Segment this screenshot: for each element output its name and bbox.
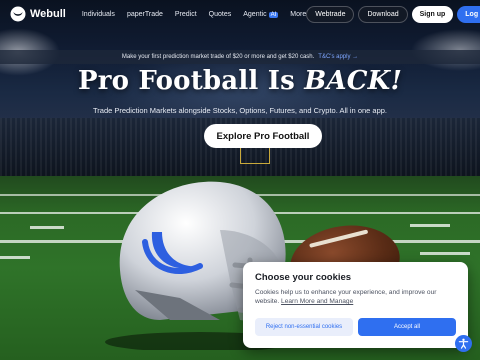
download-button[interactable]: Download [358,5,408,23]
webull-logo-icon [10,6,26,22]
nav-link-more[interactable]: More [290,11,306,18]
promo-banner: Make your first prediction market trade … [0,50,480,64]
accessibility-icon [458,338,469,349]
field-hash [410,224,450,227]
explore-pro-football-button[interactable]: Explore Pro Football [204,124,322,148]
nav-link-quotes[interactable]: Quotes [209,11,232,18]
nav-link-papertrade[interactable]: paperTrade [127,11,163,18]
nav-link-agentic[interactable]: Agentic AI [243,10,279,18]
signup-button[interactable]: Sign up [411,5,454,23]
cookie-description: Cookies help us to enhance your experien… [255,289,456,307]
brand-name: Webull [30,8,66,20]
field-hash [30,226,64,229]
top-nav: Webull Individuals paperTrade Predict Qu… [0,0,480,28]
nav-link-individuals[interactable]: Individuals [82,11,115,18]
hero-title-emphasis: BACK! [304,66,403,96]
nav-link-predict[interactable]: Predict [175,11,197,18]
goalpost-decoration [240,148,270,164]
field-hash [0,256,30,259]
brand-logo[interactable]: Webull [10,6,66,22]
field-hash [420,252,470,255]
login-button[interactable]: Log in [457,5,480,23]
nav-actions: Webtrade Download Sign up Log in [306,5,480,23]
promo-terms-link[interactable]: T&C's apply → [318,54,358,60]
nav-links: Individuals paperTrade Predict Quotes Ag… [82,11,306,18]
cookie-title: Choose your cookies [255,272,352,283]
reject-cookies-button[interactable]: Reject non-essential cookies [255,318,353,336]
accept-cookies-button[interactable]: Accept all [358,318,456,336]
webtrade-button[interactable]: Webtrade [306,5,355,23]
ai-badge: AI [268,11,279,18]
promo-text: Make your first prediction market trade … [121,54,315,60]
cookie-consent-dialog: Choose your cookies Cookies help us to e… [243,262,468,348]
hero-title-main: Pro Football Is [77,66,305,96]
hero-subtitle: Trade Prediction Markets alongside Stock… [92,106,388,115]
accessibility-button[interactable] [455,335,472,352]
football-lace [309,229,369,248]
nav-link-agentic-label: Agentic [243,10,267,18]
cookie-buttons: Reject non-essential cookies Accept all [255,318,456,336]
cookie-learn-more-link[interactable]: Learn More and Manage [281,298,353,305]
hero-title: Pro Football Is BACK! [0,66,480,96]
